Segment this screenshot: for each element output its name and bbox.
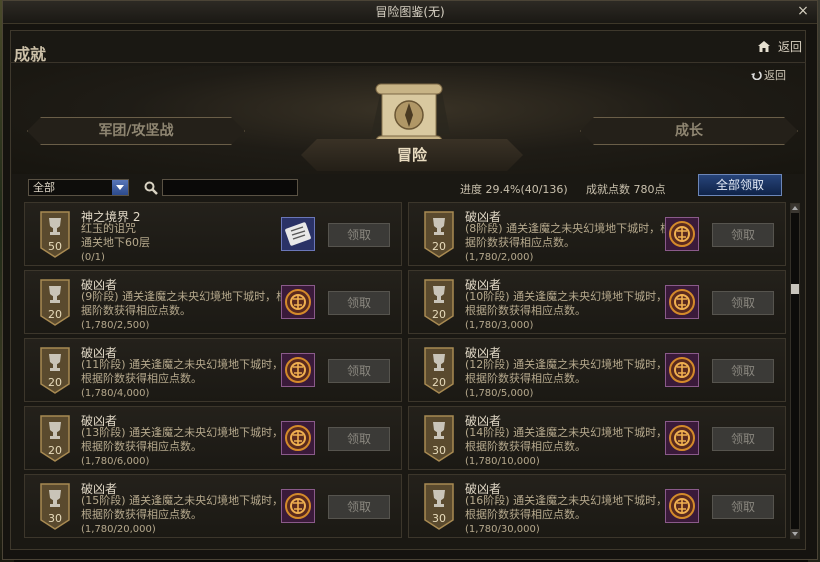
achievement-card: 30 破凶者 (14阶段) 通关逢魔之未央幻境地下城时，根据阶数获得相应点数。 (1,…	[408, 406, 786, 470]
achievement-points-text: 成就点数 780点	[586, 183, 666, 196]
claim-button[interactable]: 领取	[328, 495, 390, 519]
claim-button[interactable]: 领取	[328, 359, 390, 383]
achievement-points: 30	[432, 444, 446, 457]
achievement-progress: (1,780/6,000)	[81, 456, 150, 467]
emblem-icon[interactable]	[281, 489, 315, 523]
window-titlebar[interactable]: 冒险图鉴(无) ×	[3, 1, 817, 24]
achievement-points: 20	[48, 444, 62, 457]
achievement-points: 30	[48, 512, 62, 525]
achievement-card: 50 神之境界 2 红玉的诅咒 通关地下60层 (0/1) 领取	[24, 202, 402, 266]
scroll-ticket-icon[interactable]	[281, 217, 315, 251]
tab-growth-label: 成长	[675, 123, 703, 139]
claim-button[interactable]: 领取	[712, 291, 774, 315]
return-label: 返回	[777, 40, 802, 54]
chevron-down-icon[interactable]	[112, 180, 128, 195]
achievement-progress: (1,780/3,000)	[465, 320, 534, 331]
achievement-description: (12阶段) 通关逢魔之未央幻境地下城时，根据阶数获得相应点数。	[465, 358, 668, 385]
claim-button[interactable]: 领取	[328, 223, 390, 247]
achievement-card: 30 破凶者 (16阶段) 通关逢魔之未央幻境地下城时，根据阶数获得相应点数。 (1,…	[408, 474, 786, 538]
claim-button[interactable]: 领取	[712, 495, 774, 519]
achievement-description: (15阶段) 通关逢魔之未央幻境地下城时，根据阶数获得相应点数。	[81, 494, 284, 521]
claim-all-button[interactable]: 全部领取	[698, 174, 782, 196]
category-filter-value: 全部	[33, 181, 55, 194]
achievement-description: 红玉的诅咒 通关地下60层	[81, 222, 150, 249]
achievement-progress: (1,780/5,000)	[465, 388, 534, 399]
achievement-card: 20 破凶者 (8阶段) 通关逢魔之未央幻境地下城时，根据阶数获得相应点数。 (1,7…	[408, 202, 786, 266]
emblem-icon[interactable]	[665, 421, 699, 455]
emblem-icon[interactable]	[281, 353, 315, 387]
achievement-description: (14阶段) 通关逢魔之未央幻境地下城时，根据阶数获得相应点数。	[465, 426, 668, 453]
header-divider	[10, 62, 806, 63]
tab-adventure[interactable]: 冒险	[301, 139, 523, 171]
achievement-progress: (1,780/4,000)	[81, 388, 150, 399]
achievement-points: 20	[432, 240, 446, 253]
tab-adventure-label: 冒险	[396, 146, 427, 164]
trophy-badge: 20	[423, 346, 455, 394]
emblem-icon[interactable]	[281, 421, 315, 455]
close-button[interactable]: ×	[795, 3, 811, 19]
trophy-badge: 20	[39, 414, 71, 462]
achievement-points: 50	[48, 240, 62, 253]
achievement-card: 30 破凶者 (15阶段) 通关逢魔之未央幻境地下城时，根据阶数获得相应点数。 (1,…	[24, 474, 402, 538]
achievement-progress: (1,780/10,000)	[465, 456, 540, 467]
claim-button[interactable]: 领取	[328, 427, 390, 451]
scroll-thumb[interactable]	[791, 284, 799, 294]
back-arrow-icon	[751, 71, 762, 81]
achievement-progress: (1,780/20,000)	[81, 524, 156, 535]
trophy-badge: 30	[423, 482, 455, 530]
home-icon	[757, 41, 770, 52]
achievement-list: 50 神之境界 2 红玉的诅咒 通关地下60层 (0/1) 领取 20 破凶者 (8阶段) 通…	[24, 202, 790, 540]
achievement-card: 20 破凶者 (12阶段) 通关逢魔之未央幻境地下城时，根据阶数获得相应点数。 (1,…	[408, 338, 786, 402]
emblem-icon[interactable]	[665, 353, 699, 387]
trophy-badge: 50	[39, 210, 71, 258]
return-home-button[interactable]: 返回	[757, 38, 802, 55]
achievement-description: (16阶段) 通关逢魔之未央幻境地下城时，根据阶数获得相应点数。	[465, 494, 668, 521]
trophy-badge: 20	[39, 346, 71, 394]
trophy-badge: 30	[423, 414, 455, 462]
trophy-badge: 20	[423, 278, 455, 326]
achievement-points: 20	[432, 308, 446, 321]
category-filter-dropdown[interactable]: 全部	[28, 179, 129, 196]
achievement-points: 20	[48, 308, 62, 321]
achievement-card: 20 破凶者 (13阶段) 通关逢魔之未央幻境地下城时，根据阶数获得相应点数。 (1,…	[24, 406, 402, 470]
search-icon[interactable]	[144, 181, 158, 195]
achievement-points: 20	[48, 376, 62, 389]
list-scrollbar[interactable]	[790, 203, 800, 539]
achievement-points: 30	[432, 512, 446, 525]
back-label: 返回	[764, 69, 786, 82]
tab-legion-raid-label: 军团/攻坚战	[98, 123, 174, 139]
achievement-card: 20 破凶者 (11阶段) 通关逢魔之未央幻境地下城时，根据阶数获得相应点数。 (1,…	[24, 338, 402, 402]
scroll-down-arrow-icon[interactable]	[791, 529, 799, 538]
scroll-up-arrow-icon[interactable]	[791, 204, 799, 213]
achievement-progress: (0/1)	[81, 252, 105, 263]
emblem-icon[interactable]	[665, 489, 699, 523]
claim-button[interactable]: 领取	[712, 223, 774, 247]
achievement-description: (11阶段) 通关逢魔之未央幻境地下城时，根据阶数获得相应点数。	[81, 358, 284, 385]
achievement-progress: (1,780/30,000)	[465, 524, 540, 535]
claim-button[interactable]: 领取	[712, 427, 774, 451]
achievement-progress: (1,780/2,000)	[465, 252, 534, 263]
emblem-icon[interactable]	[665, 285, 699, 319]
trophy-badge: 20	[39, 278, 71, 326]
progress-text: 进度 29.4%(40/136)	[460, 183, 568, 196]
achievement-progress: (1,780/2,500)	[81, 320, 150, 331]
achievement-description: (13阶段) 通关逢魔之未央幻境地下城时，根据阶数获得相应点数。	[81, 426, 284, 453]
back-button[interactable]: 返回	[750, 67, 786, 83]
tab-growth[interactable]: 成长	[580, 117, 798, 145]
search-input[interactable]	[162, 179, 298, 196]
emblem-icon[interactable]	[281, 285, 315, 319]
trophy-badge: 20	[423, 210, 455, 258]
claim-button[interactable]: 领取	[712, 359, 774, 383]
claim-button[interactable]: 领取	[328, 291, 390, 315]
window-title: 冒险图鉴(无)	[375, 5, 445, 19]
achievement-card: 20 破凶者 (9阶段) 通关逢魔之未央幻境地下城时，根据阶数获得相应点数。 (1,7…	[24, 270, 402, 334]
achievement-points: 20	[432, 376, 446, 389]
tab-legion-raid[interactable]: 军团/攻坚战	[27, 117, 245, 145]
achievement-description: (8阶段) 通关逢魔之未央幻境地下城时，根据阶数获得相应点数。	[465, 222, 672, 249]
achievement-description: (10阶段) 通关逢魔之未央幻境地下城时，根据阶数获得相应点数。	[465, 290, 668, 317]
achievement-card: 20 破凶者 (10阶段) 通关逢魔之未央幻境地下城时，根据阶数获得相应点数。 (1,…	[408, 270, 786, 334]
trophy-badge: 30	[39, 482, 71, 530]
emblem-icon[interactable]	[665, 217, 699, 251]
achievement-description: (9阶段) 通关逢魔之未央幻境地下城时，根据阶数获得相应点数。	[81, 290, 288, 317]
